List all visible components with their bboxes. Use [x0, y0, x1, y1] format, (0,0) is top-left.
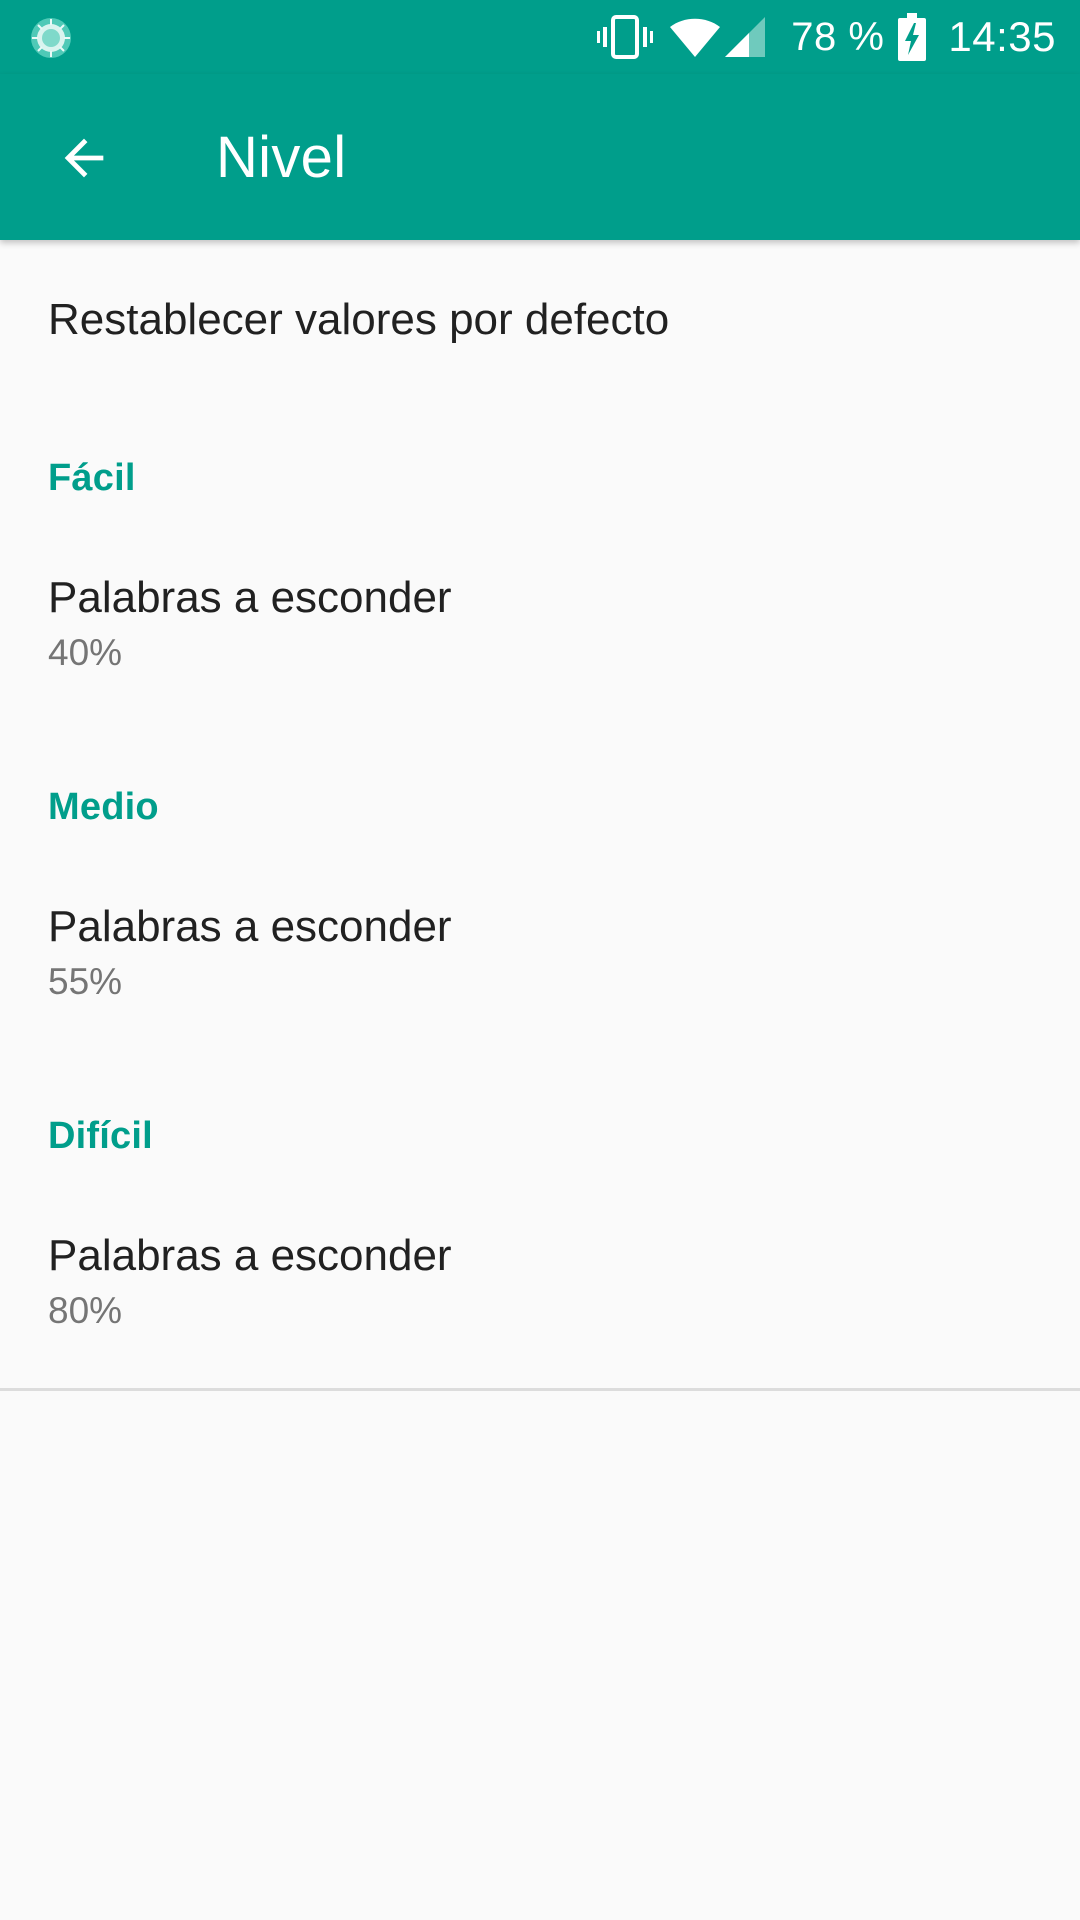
battery-percent: 78 % [791, 14, 885, 59]
category-header-medium: Medio [0, 737, 1080, 857]
pref-item-title: Palabras a esconder [48, 573, 452, 622]
back-button[interactable] [28, 116, 140, 200]
category-title: Medio [48, 786, 159, 828]
pref-item-medium-words-to-hide[interactable]: Palabras a esconder 55% [0, 857, 1080, 1066]
pref-item-title: Palabras a esconder [48, 1231, 452, 1280]
clock: 14:35 [948, 13, 1056, 60]
arrow-back-icon [64, 138, 104, 178]
category-header-hard: Difícil [0, 1066, 1080, 1186]
category-title: Difícil [48, 1115, 153, 1157]
pref-item-easy-words-to-hide[interactable]: Palabras a esconder 40% [0, 528, 1080, 737]
reset-defaults-label: Restablecer valores por defecto [48, 295, 670, 344]
pref-item-summary: 55% [48, 961, 123, 1002]
list-divider [0, 1388, 1080, 1391]
battery-charging-icon [898, 13, 927, 61]
reset-defaults-item[interactable]: Restablecer valores por defecto [0, 240, 1080, 408]
settings-screen: 78 % 14:35 Nivel Restablecer valores por… [0, 0, 1080, 1920]
vibrate-icon [597, 15, 654, 59]
category-header-easy: Fácil [0, 408, 1080, 528]
cell-signal-icon [725, 17, 766, 57]
notification-app-icon [31, 18, 71, 58]
status-bar-right: 78 % 14:35 [597, 0, 1056, 74]
app-bar: Nivel [0, 74, 1080, 240]
pref-item-summary: 40% [48, 632, 123, 673]
page-title: Nivel [216, 125, 347, 190]
status-bar: 78 % 14:35 [0, 0, 1080, 74]
preferences-list: Restablecer valores por defecto Fácil Pa… [0, 240, 1080, 1395]
wifi-icon [670, 18, 721, 57]
pref-item-hard-words-to-hide[interactable]: Palabras a esconder 80% [0, 1186, 1080, 1395]
pref-item-summary: 80% [48, 1290, 123, 1331]
category-title: Fácil [48, 457, 136, 499]
pref-item-title: Palabras a esconder [48, 902, 452, 951]
